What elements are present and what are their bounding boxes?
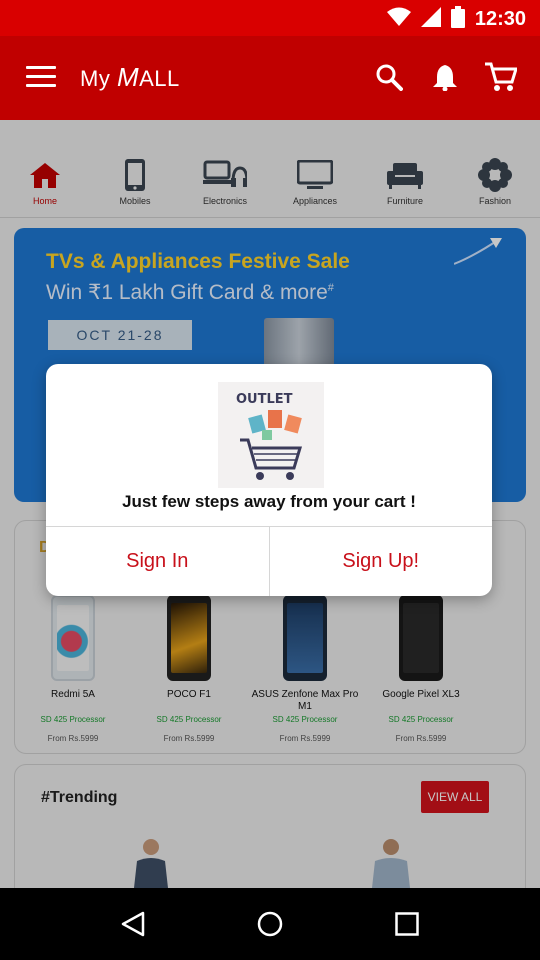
status-bar: 12:30 — [0, 0, 540, 36]
wifi-icon — [386, 7, 411, 32]
battery-icon — [450, 6, 465, 33]
notifications-icon[interactable] — [428, 60, 462, 94]
signal-icon — [420, 7, 441, 32]
shopping-cart-icon — [240, 410, 303, 480]
status-time: 12:30 — [474, 8, 526, 30]
brand-suffix: ALL — [139, 66, 180, 91]
back-icon[interactable] — [113, 904, 153, 944]
outlet-image: OUTLET — [218, 382, 324, 488]
dialog-message: Just few steps away from your cart ! — [122, 492, 416, 511]
system-nav-bar — [0, 888, 540, 960]
brand-prefix: My — [80, 66, 111, 91]
sign-up-button[interactable]: Sign Up! — [268, 527, 493, 596]
brand-logo[interactable]: My MALL — [80, 62, 180, 93]
menu-icon[interactable] — [26, 66, 56, 90]
brand-mid: M — [116, 62, 140, 92]
home-nav-icon[interactable] — [250, 904, 290, 944]
cart-icon[interactable] — [484, 60, 518, 94]
recents-icon[interactable] — [387, 904, 427, 944]
outlet-image-text: OUTLET — [236, 392, 293, 407]
sign-in-dialog: OUTLET Just few steps away from your car… — [46, 364, 492, 596]
search-icon[interactable] — [372, 60, 406, 94]
sign-in-button[interactable]: Sign In — [46, 527, 269, 596]
app-bar: My MALL — [0, 36, 540, 120]
